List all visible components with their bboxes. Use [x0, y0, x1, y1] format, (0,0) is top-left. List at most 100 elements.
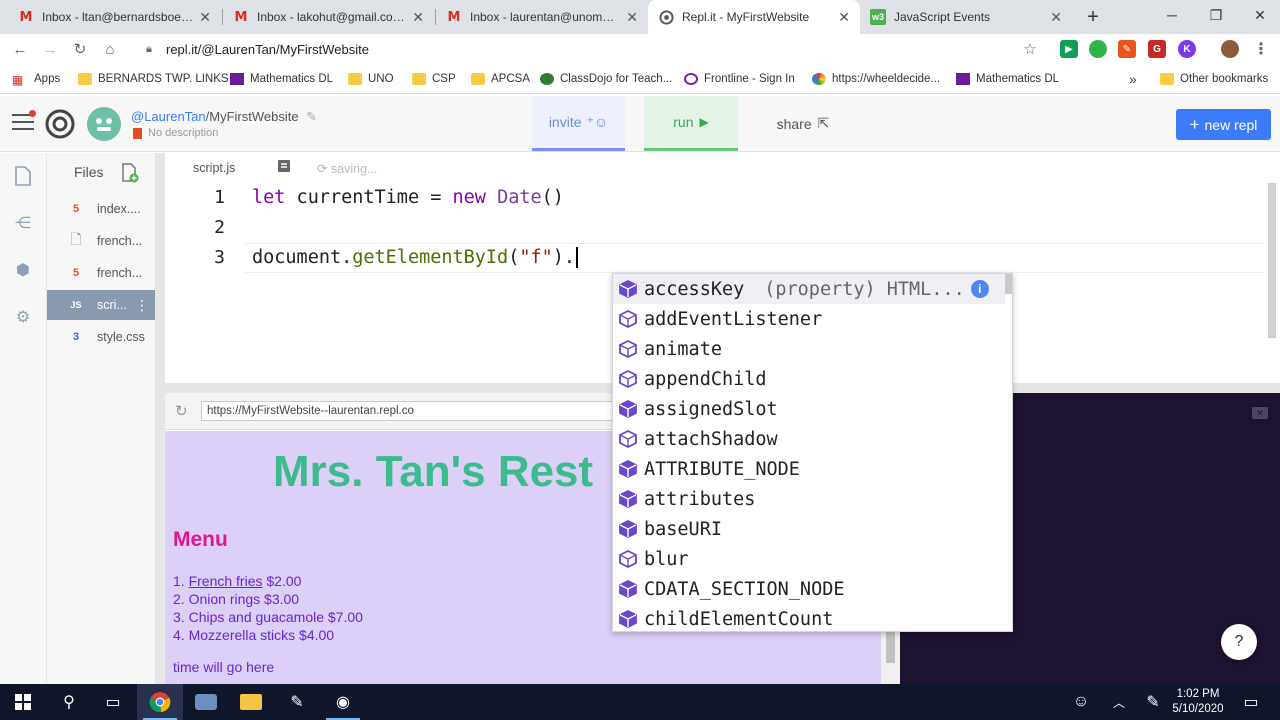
files-icon[interactable]: [12, 165, 34, 187]
help-button[interactable]: ?: [1221, 624, 1257, 660]
address-bar[interactable]: 🔒︎ repl.it/@LaurenTan/MyFirstWebsite: [134, 36, 1050, 62]
file-explorer-icon[interactable]: [228, 684, 274, 720]
bookmark-link[interactable]: https://wheeldecide...: [812, 70, 940, 88]
app-icon[interactable]: [183, 684, 229, 720]
maximize-button[interactable]: ❐: [1194, 0, 1238, 30]
property-cube-icon: [619, 399, 637, 419]
share-nodes-icon[interactable]: ⋲: [12, 212, 34, 234]
browser-tab[interactable]: M Inbox - laurentan@unomaha.e ✕: [436, 0, 648, 34]
close-icon[interactable]: ✕: [626, 9, 638, 26]
autocomplete-item[interactable]: attachShadow: [613, 424, 1005, 454]
back-arrow-icon[interactable]: ←: [9, 38, 31, 60]
file-item[interactable]: 5 index....: [47, 194, 155, 224]
close-icon[interactable]: ✕: [199, 9, 211, 26]
autocomplete-item[interactable]: attributes: [613, 484, 1005, 514]
file-item-selected[interactable]: JS scri... ⋮: [47, 290, 155, 320]
run-button[interactable]: run ▶: [644, 96, 738, 151]
file-options-icon[interactable]: ⋮: [135, 297, 149, 314]
browser-tab-active[interactable]: Repl.it - MyFirstWebsite ✕: [648, 0, 860, 34]
property-cube-icon: [619, 279, 637, 299]
file-item[interactable]: 🗋︎ french...: [47, 226, 155, 256]
more-bookmarks-button[interactable]: »: [1129, 70, 1137, 88]
forward-arrow-icon[interactable]: →: [39, 38, 61, 60]
autocomplete-item[interactable]: CDATA_SECTION_NODE: [613, 574, 1005, 604]
editor-tab-script[interactable]: script.js: [193, 161, 235, 175]
bookmark-apps[interactable]: ▦ Apps: [12, 70, 60, 88]
search-icon[interactable]: ⚲: [46, 684, 92, 720]
autocomplete-item[interactable]: childElementCount: [613, 604, 1005, 631]
extension-icon[interactable]: ▶: [1060, 40, 1078, 58]
new-repl-button[interactable]: + new repl: [1176, 109, 1271, 140]
item-name: Chips and guacamole: [188, 609, 324, 625]
browser-tab[interactable]: w3 JavaScript Events ✕: [860, 0, 1072, 34]
bookmark-folder[interactable]: APCSA: [471, 70, 530, 88]
file-item[interactable]: 3 style.css: [47, 322, 155, 352]
format-icon[interactable]: [277, 159, 291, 175]
method-cube-icon: [619, 549, 637, 569]
chrome-icon[interactable]: [137, 684, 183, 720]
windows-start-icon[interactable]: [0, 684, 46, 720]
browser-tab[interactable]: M Inbox - lakohut@gmail.com - G ✕: [223, 0, 434, 34]
settings-gear-icon[interactable]: ⚙: [12, 306, 34, 328]
autocomplete-scrollbar[interactable]: [1004, 274, 1012, 294]
autocomplete-item[interactable]: baseURI: [613, 514, 1005, 544]
autocomplete-item[interactable]: ATTRIBUTE_NODE: [613, 454, 1005, 484]
avatar[interactable]: [1221, 40, 1239, 58]
extension-icon[interactable]: [1089, 40, 1107, 58]
extension-icon[interactable]: ✎: [1118, 40, 1136, 58]
bookmark-link[interactable]: Mathematics DL: [956, 70, 1059, 88]
bookmark-link[interactable]: ClassDojo for Teach...: [540, 70, 672, 88]
browser-tab-strip: M Inbox - ltan@bernardsboe.com ✕ M Inbox…: [0, 0, 1280, 34]
invite-button[interactable]: invite ⁺☺︎: [532, 96, 625, 151]
repl-description[interactable]: No description: [133, 127, 218, 139]
more-menu-icon[interactable]: ⋮: [1252, 40, 1270, 58]
close-icon[interactable]: ✕: [412, 9, 424, 26]
clear-console-icon[interactable]: ✕: [1252, 407, 1268, 419]
pencil-icon[interactable]: ✎: [306, 109, 317, 124]
bookmark-folder[interactable]: Other bookmarks: [1160, 70, 1268, 88]
menu-item-link[interactable]: French fries: [189, 573, 263, 589]
repl-owner[interactable]: @LaurenTan: [131, 109, 206, 124]
minimize-button[interactable]: ─: [1150, 0, 1194, 30]
replit-logo-icon[interactable]: [45, 109, 75, 142]
new-tab-button[interactable]: +: [1078, 0, 1108, 34]
bookmark-folder[interactable]: UNO: [348, 70, 394, 88]
extension-icon[interactable]: K: [1178, 40, 1196, 58]
system-clock[interactable]: 1:02 PM 5/10/2020: [1168, 687, 1228, 717]
reload-icon[interactable]: ↻: [69, 38, 91, 60]
item-number: 2.: [173, 591, 189, 607]
avatar[interactable]: [87, 107, 121, 141]
scroll-thumb[interactable]: [886, 629, 895, 663]
packages-icon[interactable]: ⬢: [12, 259, 34, 281]
bookmark-folder[interactable]: BERNARDS TWP. LINKS: [78, 70, 229, 88]
bookmark-folder[interactable]: CSP: [412, 70, 456, 88]
screen-recorder-icon[interactable]: ✎: [274, 684, 320, 720]
preview-url[interactable]: https://MyFirstWebsite--laurentan.repl.c…: [201, 401, 621, 421]
bookmark-link[interactable]: Frontline - Sign In: [684, 70, 795, 88]
autocomplete-item[interactable]: accessKey (property) HTML... i: [613, 274, 1005, 304]
reload-icon[interactable]: ↻: [175, 402, 188, 420]
autocomplete-item[interactable]: addEventListener: [613, 304, 1005, 334]
add-file-icon[interactable]: [121, 163, 139, 183]
close-icon[interactable]: ✕: [838, 9, 850, 26]
bookmark-link[interactable]: Mathematics DL: [230, 70, 333, 88]
notifications-icon[interactable]: ▭: [1228, 684, 1274, 720]
autocomplete-item[interactable]: assignedSlot: [613, 394, 1005, 424]
extension-icon[interactable]: G: [1148, 40, 1166, 58]
info-icon[interactable]: i: [970, 280, 989, 298]
autocomplete-item[interactable]: animate: [613, 334, 1005, 364]
panel-splitter[interactable]: [155, 153, 165, 684]
browser-tab[interactable]: M Inbox - ltan@bernardsboe.com ✕: [8, 0, 221, 34]
share-button[interactable]: share ⇱: [758, 96, 848, 151]
task-view-icon[interactable]: ▭: [90, 684, 136, 720]
star-icon[interactable]: ☆: [1019, 38, 1041, 60]
close-window-button[interactable]: ✕: [1238, 0, 1280, 30]
autocomplete-item[interactable]: appendChild: [613, 364, 1005, 394]
file-item[interactable]: 5 french...: [47, 258, 155, 288]
repl-title[interactable]: @LaurenTan/MyFirstWebsite ✎: [131, 109, 317, 125]
app-icon[interactable]: ◉: [320, 684, 366, 720]
editor-scrollbar[interactable]: [1268, 183, 1276, 338]
home-icon[interactable]: ⌂: [99, 38, 121, 60]
autocomplete-item[interactable]: blur: [613, 544, 1005, 574]
close-icon[interactable]: ✕: [1050, 9, 1062, 26]
